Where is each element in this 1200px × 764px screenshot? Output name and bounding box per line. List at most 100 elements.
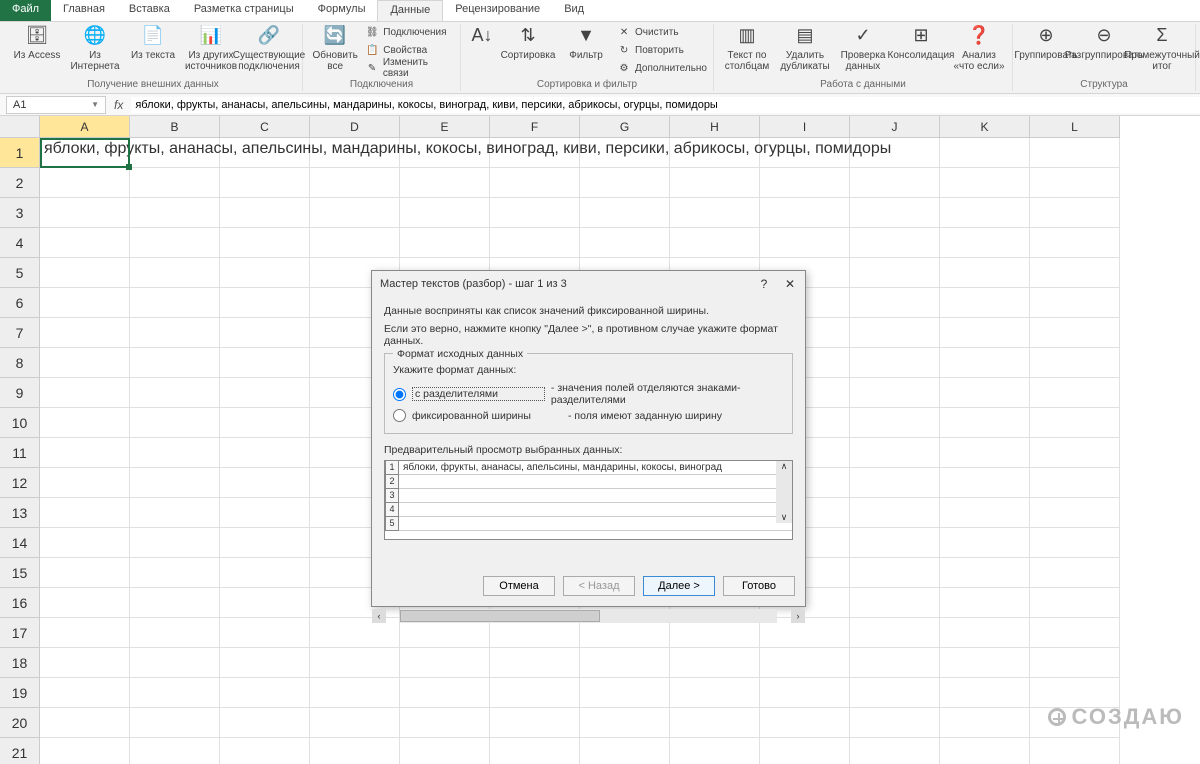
finish-button[interactable]: Готово — [723, 576, 795, 596]
cell-E3[interactable] — [400, 198, 490, 228]
tab-data[interactable]: Данные — [377, 0, 443, 21]
tab-pagelayout[interactable]: Разметка страницы — [182, 0, 306, 21]
cell-E19[interactable] — [400, 678, 490, 708]
cell-F18[interactable] — [490, 648, 580, 678]
cell-I19[interactable] — [760, 678, 850, 708]
column-header-A[interactable]: A — [40, 116, 130, 138]
btn-sort-az[interactable]: A↓ — [467, 24, 497, 50]
cell-L9[interactable] — [1030, 378, 1120, 408]
cell-I4[interactable] — [760, 228, 850, 258]
cell-K20[interactable] — [940, 708, 1030, 738]
column-header-J[interactable]: J — [850, 116, 940, 138]
cell-A10[interactable] — [40, 408, 130, 438]
cell-B14[interactable] — [130, 528, 220, 558]
cell-E4[interactable] — [400, 228, 490, 258]
btn-sort[interactable]: ⇅Сортировка — [501, 24, 555, 61]
cell-J13[interactable] — [850, 498, 940, 528]
row-header-4[interactable]: 4 — [0, 228, 40, 258]
row-header-6[interactable]: 6 — [0, 288, 40, 318]
btn-remove-dupes[interactable]: ▤Удалить дубликаты — [778, 24, 832, 72]
btn-whatif[interactable]: ❓Анализ «что если» — [952, 24, 1006, 72]
column-header-C[interactable]: C — [220, 116, 310, 138]
btn-properties[interactable]: 📋Свойства — [365, 42, 454, 58]
cell-C15[interactable] — [220, 558, 310, 588]
cell-B6[interactable] — [130, 288, 220, 318]
cell-L17[interactable] — [1030, 618, 1120, 648]
column-header-H[interactable]: H — [670, 116, 760, 138]
btn-from-web[interactable]: 🌐Из Интернета — [68, 24, 122, 72]
cell-B5[interactable] — [130, 258, 220, 288]
cell-G2[interactable] — [580, 168, 670, 198]
cell-L16[interactable] — [1030, 588, 1120, 618]
column-header-L[interactable]: L — [1030, 116, 1120, 138]
cell-D2[interactable] — [310, 168, 400, 198]
row-header-10[interactable]: 10 — [0, 408, 40, 438]
cell-B18[interactable] — [130, 648, 220, 678]
row-header-21[interactable]: 21 — [0, 738, 40, 764]
cell-H19[interactable] — [670, 678, 760, 708]
cell-E20[interactable] — [400, 708, 490, 738]
column-header-K[interactable]: K — [940, 116, 1030, 138]
cell-B8[interactable] — [130, 348, 220, 378]
cell-J20[interactable] — [850, 708, 940, 738]
cell-K9[interactable] — [940, 378, 1030, 408]
radio-row-fixed[interactable]: фиксированной ширины - поля имеют заданн… — [393, 409, 784, 422]
cell-K3[interactable] — [940, 198, 1030, 228]
cell-F3[interactable] — [490, 198, 580, 228]
radio-delimited[interactable] — [393, 388, 406, 401]
cell-C21[interactable] — [220, 738, 310, 764]
btn-connections[interactable]: ⛓Подключения — [365, 24, 454, 40]
cell-J8[interactable] — [850, 348, 940, 378]
cell-H18[interactable] — [670, 648, 760, 678]
cell-A13[interactable] — [40, 498, 130, 528]
radio-row-delimited[interactable]: с разделителями - значения полей отделяю… — [393, 382, 784, 406]
cell-G3[interactable] — [580, 198, 670, 228]
cell-C11[interactable] — [220, 438, 310, 468]
cell-H3[interactable] — [670, 198, 760, 228]
cell-E18[interactable] — [400, 648, 490, 678]
cell-A2[interactable] — [40, 168, 130, 198]
cell-K6[interactable] — [940, 288, 1030, 318]
column-header-D[interactable]: D — [310, 116, 400, 138]
cell-K2[interactable] — [940, 168, 1030, 198]
cell-J7[interactable] — [850, 318, 940, 348]
cell-K1[interactable] — [940, 138, 1030, 168]
cell-C8[interactable] — [220, 348, 310, 378]
formula-input[interactable] — [131, 97, 1200, 113]
cell-K19[interactable] — [940, 678, 1030, 708]
cell-L21[interactable] — [1030, 738, 1120, 764]
cell-G20[interactable] — [580, 708, 670, 738]
btn-advanced[interactable]: ⚙Дополнительно — [617, 60, 707, 76]
cell-C9[interactable] — [220, 378, 310, 408]
cell-L13[interactable] — [1030, 498, 1120, 528]
cell-B7[interactable] — [130, 318, 220, 348]
tab-insert[interactable]: Вставка — [117, 0, 182, 21]
cell-A5[interactable] — [40, 258, 130, 288]
cell-J11[interactable] — [850, 438, 940, 468]
cell-H21[interactable] — [670, 738, 760, 764]
cell-A16[interactable] — [40, 588, 130, 618]
btn-refresh-all[interactable]: 🔄Обновить все — [309, 24, 361, 72]
cell-K5[interactable] — [940, 258, 1030, 288]
cell-A7[interactable] — [40, 318, 130, 348]
row-header-12[interactable]: 12 — [0, 468, 40, 498]
cell-D3[interactable] — [310, 198, 400, 228]
row-header-8[interactable]: 8 — [0, 348, 40, 378]
cell-A12[interactable] — [40, 468, 130, 498]
btn-filter[interactable]: ▼Фильтр — [559, 24, 613, 61]
cell-K12[interactable] — [940, 468, 1030, 498]
cell-F2[interactable] — [490, 168, 580, 198]
tab-file[interactable]: Файл — [0, 0, 51, 21]
cell-I18[interactable] — [760, 648, 850, 678]
cell-J2[interactable] — [850, 168, 940, 198]
cell-B16[interactable] — [130, 588, 220, 618]
cell-K11[interactable] — [940, 438, 1030, 468]
cell-C3[interactable] — [220, 198, 310, 228]
cell-D20[interactable] — [310, 708, 400, 738]
cell-K13[interactable] — [940, 498, 1030, 528]
row-header-11[interactable]: 11 — [0, 438, 40, 468]
column-header-E[interactable]: E — [400, 116, 490, 138]
cell-A1[interactable]: яблоки, фрукты, ананасы, апельсины, манд… — [40, 138, 130, 168]
cell-A8[interactable] — [40, 348, 130, 378]
cell-J16[interactable] — [850, 588, 940, 618]
